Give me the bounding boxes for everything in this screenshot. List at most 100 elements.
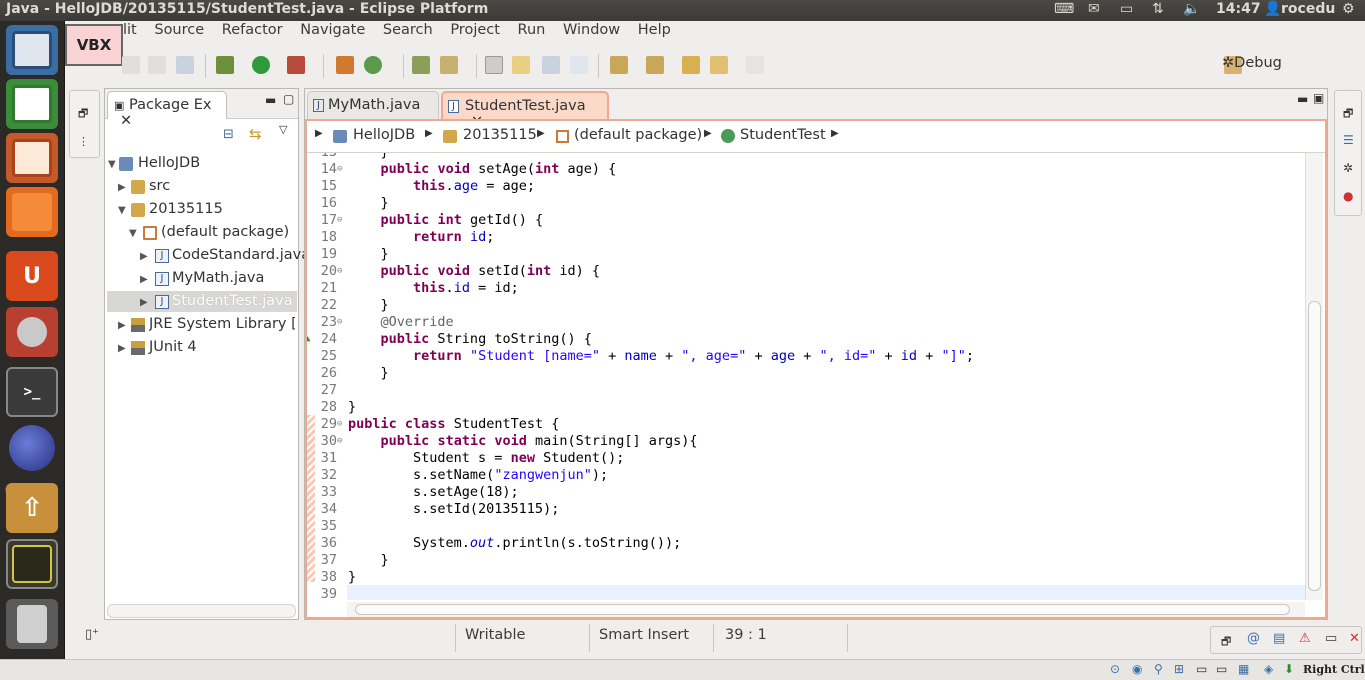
code-line[interactable]: return id; [348, 229, 494, 245]
debug-run-icon[interactable] [216, 56, 234, 74]
code-line[interactable]: @Override [348, 314, 454, 330]
breadcrumb-folder[interactable]: 20135115 [463, 127, 537, 143]
hierarchy-icon[interactable]: ⋮ [78, 135, 89, 148]
breadcrumb-class[interactable]: StudentTest [740, 127, 826, 143]
tree-item-jre-library[interactable]: JRE System Library [ja [149, 316, 295, 332]
show-whitespace-icon[interactable] [570, 56, 588, 74]
menu-refactor[interactable]: Refactor [222, 22, 283, 38]
usb-icon[interactable]: ⚲ [1154, 662, 1163, 676]
video-capture-icon[interactable]: ▦ [1238, 662, 1249, 676]
code-line[interactable]: System.out.println(s.toString()); [348, 535, 681, 551]
code-line[interactable]: this.id = id; [348, 280, 519, 296]
menu-edit[interactable]: lit [123, 22, 137, 38]
print-icon[interactable] [176, 56, 194, 74]
chevron-right-icon[interactable]: ▶ [704, 128, 712, 139]
menu-run[interactable]: Run [518, 22, 546, 38]
minimize-icon[interactable]: ▬ [265, 93, 276, 107]
tab-studenttest[interactable]: J StudentTest.java ✕ [441, 91, 609, 130]
tree-item-default-package[interactable]: (default package) [161, 224, 289, 240]
error-log-icon[interactable]: ✕ [1349, 631, 1360, 646]
code-line[interactable]: this.age = age; [348, 178, 535, 194]
tab-mymath[interactable]: J MyMath.java [307, 91, 439, 119]
run-icon[interactable] [252, 56, 270, 74]
optical-drive-icon[interactable]: ◉ [1132, 662, 1142, 676]
update-icon[interactable]: ⇧ [6, 483, 58, 533]
save-icon[interactable] [122, 56, 140, 74]
battery-icon[interactable]: ▭ [1120, 1, 1133, 17]
code-line[interactable]: } [348, 552, 389, 568]
fold-toggle-icon[interactable]: ⊖ [337, 317, 342, 327]
volume-icon[interactable]: 🔈 [1183, 1, 1200, 17]
mouse-integration-icon[interactable]: ⬇ [1284, 662, 1294, 676]
close-icon[interactable]: ✕ [120, 113, 132, 129]
presentation-icon[interactable] [6, 133, 58, 183]
code-line[interactable]: public String toString() { [348, 331, 592, 347]
search-icon[interactable] [440, 56, 458, 74]
code-line[interactable]: public static void main(String[] args){ [348, 433, 698, 449]
expand-toggle[interactable]: ▶ [118, 320, 126, 331]
menu-navigate[interactable]: Navigate [300, 22, 365, 38]
outline-icon[interactable]: ☰ [1343, 133, 1354, 147]
code-line[interactable]: } [348, 399, 356, 415]
last-edit-icon[interactable] [682, 56, 700, 74]
new-class-icon[interactable] [364, 56, 382, 74]
fast-view-icon[interactable]: ▯⁺ [85, 627, 99, 642]
new-package-icon[interactable] [336, 56, 354, 74]
power-gear-icon[interactable]: ⚙ [1342, 1, 1355, 17]
code-line[interactable]: public void setId(int id) { [348, 263, 601, 279]
declaration-icon[interactable]: ▤ [1273, 631, 1285, 646]
open-type-icon[interactable] [412, 56, 430, 74]
tree-item-20135115[interactable]: 20135115 [149, 201, 223, 217]
user-name[interactable]: rocedu [1281, 1, 1335, 17]
javadoc-icon[interactable]: @ [1247, 631, 1260, 646]
display-icon[interactable]: ▭ [1216, 662, 1227, 676]
monitor-icon[interactable] [6, 539, 58, 589]
scroll-thumb[interactable] [355, 604, 1290, 615]
expand-toggle[interactable]: ▶ [140, 274, 148, 285]
code-line[interactable]: public void setAge(int age) { [348, 161, 617, 177]
toggle-mark-icon[interactable] [485, 56, 503, 74]
code-line[interactable]: public class StudentTest { [348, 416, 559, 432]
fold-toggle-icon[interactable]: ⊖ [337, 215, 342, 225]
maximize-icon[interactable]: ▣ [1313, 91, 1324, 105]
breadcrumb-project[interactable]: HelloJDB [353, 127, 415, 143]
forward-icon[interactable] [746, 56, 764, 74]
mail-icon[interactable]: ✉ [1088, 1, 1100, 17]
chevron-right-icon[interactable]: ▶ [315, 128, 323, 139]
chevron-right-icon[interactable]: ▶ [425, 128, 433, 139]
trash-icon[interactable] [6, 599, 58, 649]
menu-window[interactable]: Window [563, 22, 620, 38]
terminal-icon[interactable]: >_ [6, 367, 58, 417]
link-with-editor-icon[interactable]: ⇆ [249, 125, 262, 143]
settings-icon[interactable] [6, 307, 58, 357]
tree-item-hellojdb[interactable]: HelloJDB [138, 155, 200, 171]
restore-icon[interactable]: 🗗 [78, 105, 88, 124]
external-tools-icon[interactable] [287, 56, 305, 74]
clock[interactable]: 14:47 [1216, 1, 1261, 17]
expand-toggle[interactable]: ▼ [108, 159, 116, 170]
restore-icon[interactable]: 🗗 [1221, 633, 1231, 652]
network-adapter-icon[interactable]: ⊞ [1174, 662, 1184, 676]
tree-item-src[interactable]: src [149, 178, 170, 194]
spreadsheet-icon[interactable] [6, 79, 58, 129]
menu-help[interactable]: Help [638, 22, 671, 38]
expand-toggle[interactable]: ▶ [140, 297, 148, 308]
menu-project[interactable]: Project [450, 22, 500, 38]
fold-toggle-icon[interactable]: ⊖ [337, 266, 342, 276]
tree-item-codestandard[interactable]: CodeStandard.java [172, 247, 310, 263]
keyboard-icon[interactable]: ⌨ [1054, 1, 1074, 17]
minimize-icon[interactable]: ▬ [1297, 92, 1308, 106]
tree-item-mymath[interactable]: MyMath.java [172, 270, 264, 286]
scroll-thumb[interactable] [1308, 301, 1321, 591]
expand-toggle[interactable]: ▼ [129, 228, 137, 239]
network-icon[interactable]: ⇅ [1152, 1, 1164, 17]
shared-folder-icon[interactable]: ▭ [1196, 662, 1207, 676]
eclipse-icon[interactable] [6, 423, 58, 473]
expand-toggle[interactable]: ▼ [118, 205, 126, 216]
collapse-all-icon[interactable]: ⊟ [223, 127, 234, 142]
code-line[interactable]: return "Student [name=" + name + ", age=… [348, 348, 974, 364]
code-line[interactable]: } [348, 365, 389, 381]
console-icon[interactable]: ▭ [1325, 631, 1337, 646]
code-line[interactable]: s.setName("zangwenjun"); [348, 467, 608, 483]
fold-toggle-icon[interactable]: ⊖ [337, 436, 342, 446]
